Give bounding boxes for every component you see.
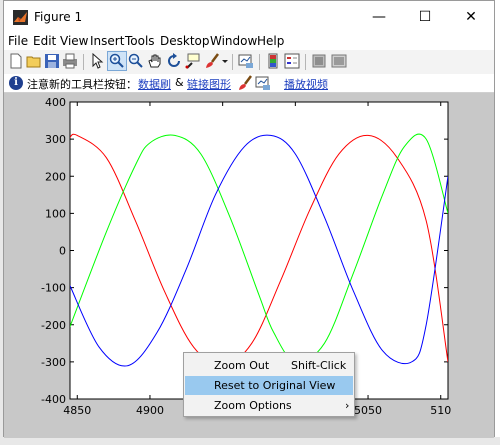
x-tick-label: 4900 [136, 404, 164, 417]
minimize-button[interactable]: — [356, 1, 402, 33]
x-tick-label: 5050 [354, 404, 382, 417]
y-tick-label: 0 [59, 245, 66, 258]
toolbar-separator [232, 54, 233, 70]
context-item-zoom-options[interactable]: Zoom Options › [185, 396, 353, 415]
context-menu: Zoom Out Shift-Click Reset to Original V… [183, 352, 355, 417]
menu-bar: File Edit View Insert Tools Desktop Wind… [4, 33, 494, 50]
brush-icon[interactable] [204, 53, 220, 69]
matlab-logo-icon [13, 10, 28, 25]
data-brush-link[interactable]: 数据刷 [138, 76, 171, 92]
brush-icon [239, 75, 252, 90]
menu-view[interactable]: View [60, 34, 88, 48]
insert-colorbar-icon[interactable] [265, 53, 281, 69]
context-item-reset-view[interactable]: Reset to Original View [185, 376, 353, 395]
edit-plot-arrow-icon[interactable] [89, 53, 105, 69]
open-file-icon[interactable] [26, 53, 42, 69]
context-item-label: Zoom Options [214, 399, 292, 412]
menu-file[interactable]: File [8, 34, 28, 48]
context-item-label: Reset to Original View [214, 379, 336, 392]
save-icon[interactable] [44, 53, 60, 69]
window-title: Figure 1 [34, 10, 83, 24]
figure-canvas[interactable]: -400-300-200-100010020030040048504900495… [4, 93, 494, 438]
toolbar-separator [305, 54, 306, 70]
insert-legend-icon[interactable] [284, 53, 300, 69]
x-tick-label: 510 [430, 404, 451, 417]
menu-insert[interactable]: Insert [90, 34, 124, 48]
hide-plot-tools-icon[interactable] [311, 53, 327, 69]
link-plot-icon [255, 76, 270, 90]
context-item-zoom-out[interactable]: Zoom Out Shift-Click [185, 356, 353, 375]
y-tick-label: -100 [41, 282, 66, 295]
rotate-3d-icon[interactable] [166, 53, 182, 69]
y-tick-label: -400 [41, 393, 66, 406]
figure-toolbar [4, 50, 494, 75]
menu-help[interactable]: Help [257, 34, 284, 48]
menu-edit[interactable]: Edit [33, 34, 56, 48]
desktop-background-bottom [0, 437, 500, 445]
info-icon: i [9, 76, 23, 90]
new-figure-icon[interactable] [8, 53, 24, 69]
figure-window: Figure 1 — ☐ ✕ File Edit View Insert Too… [3, 0, 495, 438]
info-message: 注意新的工具栏按钮： [27, 78, 137, 91]
x-tick-label: 4850 [63, 404, 91, 417]
maximize-button[interactable]: ☐ [402, 1, 448, 33]
menu-tools[interactable]: Tools [125, 34, 155, 48]
data-cursor-icon[interactable] [185, 53, 201, 69]
print-icon[interactable] [62, 53, 78, 69]
linked-plots-link[interactable]: 链接图形 [187, 76, 231, 92]
menu-window[interactable]: Window [210, 34, 257, 48]
toolbar-separator [83, 54, 84, 70]
context-item-shortcut: Shift-Click [291, 359, 347, 372]
y-tick-label: -300 [41, 356, 66, 369]
toolbar-separator [259, 54, 260, 70]
brush-dropdown-icon[interactable] [221, 53, 237, 69]
zoom-out-icon[interactable] [128, 53, 144, 69]
play-video-link[interactable]: 播放视频 [284, 76, 328, 92]
y-tick-label: 300 [45, 133, 66, 146]
close-button[interactable]: ✕ [448, 1, 494, 33]
submenu-arrow-icon: › [345, 399, 350, 412]
menu-desktop[interactable]: Desktop [160, 34, 210, 48]
link-plot-icon[interactable] [238, 53, 254, 69]
ampersand-text: & [175, 76, 184, 89]
y-tick-label: 200 [45, 170, 66, 183]
context-item-label: Zoom Out [214, 359, 270, 372]
show-plot-tools-icon[interactable] [331, 53, 347, 69]
pan-hand-icon[interactable] [147, 53, 163, 69]
y-tick-label: 400 [45, 96, 66, 109]
y-tick-label: 100 [45, 207, 66, 220]
title-bar[interactable]: Figure 1 — ☐ ✕ [4, 1, 494, 33]
zoom-in-icon[interactable] [109, 53, 125, 69]
y-tick-label: -200 [41, 319, 66, 332]
info-bar: i 注意新的工具栏按钮： 数据刷 & 链接图形 播放视频 [4, 74, 494, 93]
